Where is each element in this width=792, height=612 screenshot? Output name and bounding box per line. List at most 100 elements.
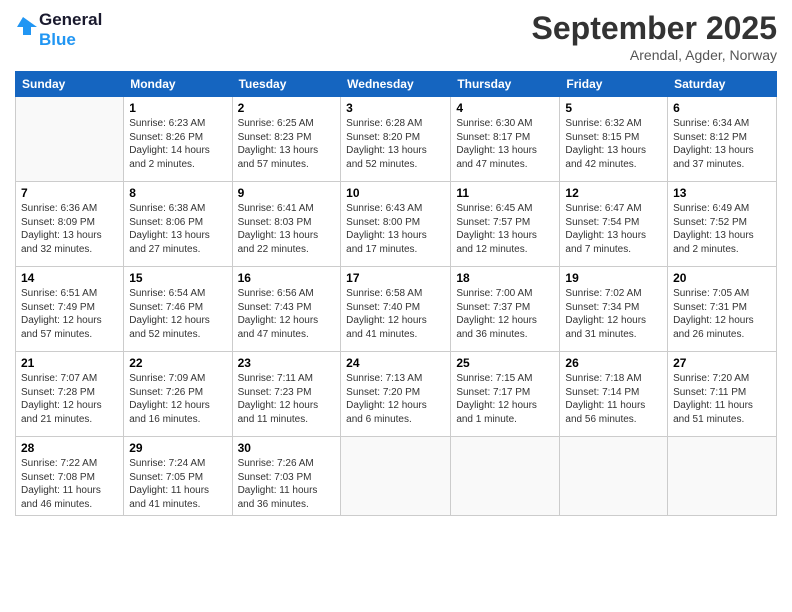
day-info: Sunrise: 6:54 AMSunset: 7:46 PMDaylight:… (129, 287, 226, 341)
header: General Blue September 2025 Arendal, Agd… (15, 10, 777, 63)
day-number: 23 (238, 356, 336, 370)
day-cell: 16 Sunrise: 6:56 AMSunset: 7:43 PMDayligh… (232, 267, 341, 352)
day-cell: 5Sunrise: 6:32 AMSunset: 8:15 PMDaylight… (560, 97, 668, 182)
day-info: Sunrise: 7:18 AMSunset: 7:14 PMDaylight:… (565, 372, 662, 426)
day-info: Sunrise: 6:41 AMSunset: 8:03 PMDaylight:… (238, 202, 336, 256)
day-cell: 21 Sunrise: 7:07 AMSunset: 7:28 PMDayligh… (16, 352, 124, 437)
day-cell (341, 437, 451, 516)
day-number: 26 (565, 356, 662, 370)
weekday-header-monday: Monday (124, 72, 232, 97)
day-cell: 7Sunrise: 6:36 AMSunset: 8:09 PMDaylight… (16, 182, 124, 267)
calendar: SundayMondayTuesdayWednesdayThursdayFrid… (15, 71, 777, 516)
day-number: 14 (21, 271, 118, 285)
day-number: 21 (21, 356, 118, 370)
day-number: 1 (129, 101, 226, 115)
weekday-header-sunday: Sunday (16, 72, 124, 97)
day-cell: 20Sunrise: 7:05 AMSunset: 7:31 PMDayligh… (668, 267, 777, 352)
weekday-header-row: SundayMondayTuesdayWednesdayThursdayFrid… (16, 72, 777, 97)
day-number: 24 (346, 356, 445, 370)
day-cell: 19 Sunrise: 7:02 AMSunset: 7:34 PMDayligh… (560, 267, 668, 352)
week-row-3: 14 Sunrise: 6:51 AMSunset: 7:49 PMDayligh… (16, 267, 777, 352)
day-cell: 29 Sunrise: 7:24 AMSunset: 7:05 PMDayligh… (124, 437, 232, 516)
day-info: Sunrise: 6:47 AMSunset: 7:54 PMDaylight:… (565, 202, 662, 256)
day-info: Sunrise: 7:15 AMSunset: 7:17 PMDaylight:… (456, 372, 554, 426)
day-info: Sunrise: 6:28 AMSunset: 8:20 PMDaylight:… (346, 117, 445, 171)
day-info: Sunrise: 7:20 AMSunset: 7:11 PMDaylight:… (673, 372, 771, 426)
day-number: 8 (129, 186, 226, 200)
logo-blue: Blue (39, 30, 102, 50)
day-info: Sunrise: 7:26 AMSunset: 7:03 PMDaylight:… (238, 457, 336, 511)
weekday-header-saturday: Saturday (668, 72, 777, 97)
day-cell (16, 97, 124, 182)
logo-text: General Blue (39, 10, 102, 49)
logo-bird-icon (15, 15, 37, 45)
day-cell: 14 Sunrise: 6:51 AMSunset: 7:49 PMDayligh… (16, 267, 124, 352)
day-info: Sunrise: 7:11 AMSunset: 7:23 PMDaylight:… (238, 372, 336, 426)
day-cell: 6 Sunrise: 6:34 AMSunset: 8:12 PMDaylight… (668, 97, 777, 182)
day-number: 22 (129, 356, 226, 370)
day-cell: 12Sunrise: 6:47 AMSunset: 7:54 PMDayligh… (560, 182, 668, 267)
day-info: Sunrise: 6:38 AMSunset: 8:06 PMDaylight:… (129, 202, 226, 256)
day-info: Sunrise: 6:25 AMSunset: 8:23 PMDaylight:… (238, 117, 336, 171)
day-cell: 18 Sunrise: 7:00 AMSunset: 7:37 PMDayligh… (451, 267, 560, 352)
day-cell: 9 Sunrise: 6:41 AMSunset: 8:03 PMDaylight… (232, 182, 341, 267)
day-cell: 13 Sunrise: 6:49 AMSunset: 7:52 PMDayligh… (668, 182, 777, 267)
day-info: Sunrise: 7:24 AMSunset: 7:05 PMDaylight:… (129, 457, 226, 511)
day-number: 13 (673, 186, 771, 200)
day-info: Sunrise: 7:22 AMSunset: 7:08 PMDaylight:… (21, 457, 118, 511)
day-info: Sunrise: 6:34 AMSunset: 8:12 PMDaylight:… (673, 117, 771, 171)
day-cell: 11 Sunrise: 6:45 AMSunset: 7:57 PMDayligh… (451, 182, 560, 267)
day-info: Sunrise: 6:49 AMSunset: 7:52 PMDaylight:… (673, 202, 771, 256)
week-row-2: 7Sunrise: 6:36 AMSunset: 8:09 PMDaylight… (16, 182, 777, 267)
day-cell: 15 Sunrise: 6:54 AMSunset: 7:46 PMDayligh… (124, 267, 232, 352)
day-cell: 8 Sunrise: 6:38 AMSunset: 8:06 PMDaylight… (124, 182, 232, 267)
day-cell: 26 Sunrise: 7:18 AMSunset: 7:14 PMDayligh… (560, 352, 668, 437)
day-cell (560, 437, 668, 516)
day-cell (451, 437, 560, 516)
day-cell: 22 Sunrise: 7:09 AMSunset: 7:26 PMDayligh… (124, 352, 232, 437)
location: Arendal, Agder, Norway (532, 47, 777, 63)
weekday-header-friday: Friday (560, 72, 668, 97)
day-cell: 1 Sunrise: 6:23 AMSunset: 8:26 PMDaylight… (124, 97, 232, 182)
day-info: Sunrise: 6:43 AMSunset: 8:00 PMDaylight:… (346, 202, 445, 256)
title-block: September 2025 Arendal, Agder, Norway (532, 10, 777, 63)
day-number: 27 (673, 356, 771, 370)
day-number: 2 (238, 101, 336, 115)
day-cell: 10 Sunrise: 6:43 AMSunset: 8:00 PMDayligh… (341, 182, 451, 267)
page: General Blue September 2025 Arendal, Agd… (0, 0, 792, 612)
day-number: 4 (456, 101, 554, 115)
week-row-4: 21 Sunrise: 7:07 AMSunset: 7:28 PMDayligh… (16, 352, 777, 437)
day-number: 29 (129, 441, 226, 455)
logo: General Blue (15, 10, 102, 49)
day-cell: 24Sunrise: 7:13 AMSunset: 7:20 PMDayligh… (341, 352, 451, 437)
day-info: Sunrise: 6:56 AMSunset: 7:43 PMDaylight:… (238, 287, 336, 341)
day-number: 16 (238, 271, 336, 285)
day-info: Sunrise: 6:30 AMSunset: 8:17 PMDaylight:… (456, 117, 554, 171)
day-number: 10 (346, 186, 445, 200)
day-number: 19 (565, 271, 662, 285)
day-info: Sunrise: 7:05 AMSunset: 7:31 PMDaylight:… (673, 287, 771, 341)
day-number: 18 (456, 271, 554, 285)
day-cell: 27 Sunrise: 7:20 AMSunset: 7:11 PMDayligh… (668, 352, 777, 437)
day-number: 9 (238, 186, 336, 200)
day-info: Sunrise: 6:51 AMSunset: 7:49 PMDaylight:… (21, 287, 118, 341)
day-cell: 17Sunrise: 6:58 AMSunset: 7:40 PMDayligh… (341, 267, 451, 352)
logo-general: General (39, 10, 102, 30)
day-info: Sunrise: 6:45 AMSunset: 7:57 PMDaylight:… (456, 202, 554, 256)
day-info: Sunrise: 7:09 AMSunset: 7:26 PMDaylight:… (129, 372, 226, 426)
week-row-1: 1 Sunrise: 6:23 AMSunset: 8:26 PMDaylight… (16, 97, 777, 182)
day-number: 25 (456, 356, 554, 370)
day-number: 28 (21, 441, 118, 455)
day-info: Sunrise: 6:23 AMSunset: 8:26 PMDaylight:… (129, 117, 226, 171)
day-number: 6 (673, 101, 771, 115)
day-number: 15 (129, 271, 226, 285)
day-info: Sunrise: 7:02 AMSunset: 7:34 PMDaylight:… (565, 287, 662, 341)
day-cell: 3Sunrise: 6:28 AMSunset: 8:20 PMDaylight… (341, 97, 451, 182)
weekday-header-wednesday: Wednesday (341, 72, 451, 97)
day-info: Sunrise: 7:00 AMSunset: 7:37 PMDaylight:… (456, 287, 554, 341)
month-title: September 2025 (532, 10, 777, 47)
day-info: Sunrise: 6:36 AMSunset: 8:09 PMDaylight:… (21, 202, 118, 256)
day-cell: 4 Sunrise: 6:30 AMSunset: 8:17 PMDaylight… (451, 97, 560, 182)
day-number: 11 (456, 186, 554, 200)
day-info: Sunrise: 7:07 AMSunset: 7:28 PMDaylight:… (21, 372, 118, 426)
